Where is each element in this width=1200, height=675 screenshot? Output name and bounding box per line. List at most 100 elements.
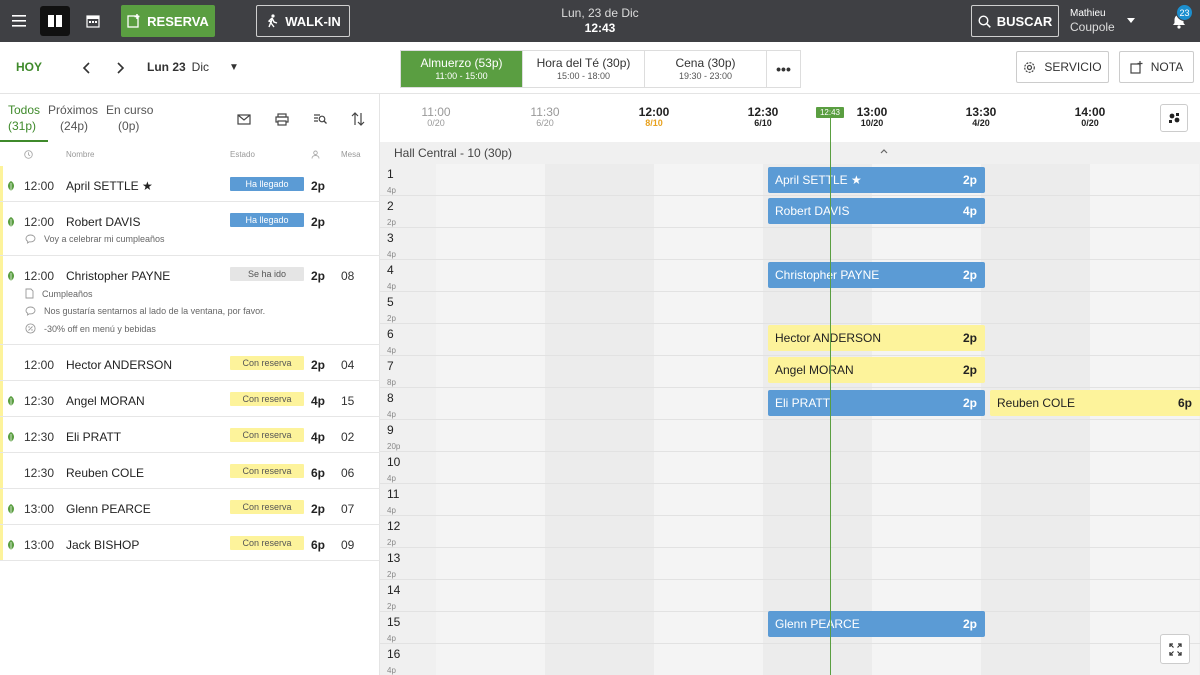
fullscreen-button[interactable] [1160, 634, 1190, 664]
service-time: 11:00 - 15:00 [435, 70, 488, 81]
table-label[interactable]: 10 4p [380, 452, 436, 483]
print-icon[interactable] [273, 110, 291, 128]
guest-name: Eli PRATT [66, 430, 122, 444]
status-color-bar [0, 166, 3, 201]
reservation-row[interactable]: 12:00 April SETTLE ★ Ha llegado 2p [0, 166, 380, 202]
tab-service-cena[interactable]: Cena (30p) 19:30 - 23:00 [645, 51, 767, 87]
tab-proximos[interactable]: Próximos (24p) [48, 102, 106, 142]
booking-block[interactable]: Glenn PEARCE 2p [768, 611, 985, 637]
status-badge: Ha llegado [230, 213, 304, 227]
date-picker[interactable]: Lun 23 Dic ▼ [147, 60, 239, 74]
table-label[interactable]: 6 4p [380, 324, 436, 355]
table-label[interactable]: 5 2p [380, 292, 436, 323]
layout-view-button[interactable] [1160, 104, 1188, 132]
tab-service-almuerzo[interactable]: Almuerzo (53p) 11:00 - 15:00 [401, 51, 523, 87]
booking-guest: Robert DAVIS [775, 204, 850, 218]
more-services-button[interactable]: ••• [767, 51, 800, 87]
booking-block[interactable]: April SETTLE ★ 2p [768, 167, 985, 193]
list-toolbar [235, 110, 367, 128]
person-icon [311, 150, 320, 161]
calendar-icon[interactable] [78, 6, 108, 36]
leaf-icon [7, 396, 15, 406]
search-list-icon[interactable] [311, 110, 329, 128]
add-note-button[interactable]: NOTA [1119, 51, 1194, 83]
table-number: 9 [387, 423, 394, 437]
notifications-button[interactable]: 23 [1164, 4, 1194, 36]
reservation-row[interactable]: 12:00 Christopher PAYNE Se ha ido 2p 08 … [0, 256, 380, 345]
status-color-bar [0, 345, 3, 380]
table-label[interactable]: 12 2p [380, 516, 436, 547]
table-number: 7 [387, 359, 394, 373]
table-label[interactable]: 7 8p [380, 356, 436, 387]
table-number: 15 [341, 394, 355, 408]
booking-block[interactable]: Angel MORAN 2p [768, 357, 985, 383]
gear-icon [1024, 61, 1036, 73]
tab-todos[interactable]: Todos (31p) [0, 102, 49, 142]
service-name: Hora del Té (30p) [536, 55, 631, 70]
slot-covers: 0/20 [1081, 118, 1099, 129]
booking-block[interactable]: Eli PRATT 2p [768, 390, 985, 416]
search-button[interactable]: BUSCAR [971, 5, 1059, 37]
sort-icon[interactable] [349, 110, 367, 128]
table-row: 11 4p [380, 484, 1200, 516]
party-size: 4p [311, 430, 326, 444]
service-name: Almuerzo (53p) [420, 55, 503, 70]
table-capacity: 2p [387, 601, 396, 611]
table-label[interactable]: 9 20p [380, 420, 436, 451]
reservation-row[interactable]: 12:00 Robert DAVIS Ha llegado 2p Voy a c… [0, 202, 380, 256]
table-label[interactable]: 4 4p [380, 260, 436, 291]
status-badge: Con reserva [230, 536, 304, 550]
user-menu[interactable]: Mathieu Coupole [1070, 6, 1156, 36]
guest-offer: -30% off en menú y bebidas [25, 323, 156, 334]
reservation-row[interactable]: 12:00 Hector ANDERSON Con reserva 2p 04 [0, 345, 380, 381]
booking-block[interactable]: Robert DAVIS 4p [768, 198, 985, 224]
reservation-row[interactable]: 13:00 Glenn PEARCE Con reserva 2p 07 [0, 489, 380, 525]
table-number: 8 [387, 391, 394, 405]
new-reservation-button[interactable]: RESERVA [121, 5, 215, 37]
tab-en-curso[interactable]: En curso (0p) [106, 102, 161, 142]
previous-day-button[interactable] [78, 58, 94, 78]
table-label[interactable]: 14 2p [380, 580, 436, 611]
zone-header[interactable]: Hall Central - 10 (30p) [380, 142, 900, 164]
walk-in-label: WALK-IN [285, 13, 341, 29]
menu-icon[interactable] [0, 0, 38, 42]
booking-block[interactable]: Christopher PAYNE 2p [768, 262, 985, 288]
booking-guest: Reuben COLE [997, 396, 1076, 410]
booking-block[interactable]: Hector ANDERSON 2p [768, 325, 985, 351]
table-label[interactable]: 11 4p [380, 484, 436, 515]
table-number: 15 [387, 615, 401, 629]
service-settings-button[interactable]: SERVICIO [1016, 51, 1109, 83]
table-number: 12 [387, 519, 401, 533]
document-icon [25, 288, 34, 299]
reservation-row[interactable]: 12:30 Eli PRATT Con reserva 4p 02 [0, 417, 380, 453]
timeline-header: 11:00 0/20 11:30 6/20 12:00 8/10 12:30 6… [380, 94, 1200, 142]
table-label[interactable]: 13 2p [380, 548, 436, 579]
date-day: Lun 23 [147, 60, 186, 74]
chevron-left-icon [82, 62, 90, 74]
book-icon[interactable] [40, 6, 70, 36]
table-capacity: 4p [387, 345, 396, 355]
service-settings-label: SERVICIO [1044, 60, 1102, 74]
table-capacity: 4p [387, 633, 396, 643]
table-label[interactable]: 2 2p [380, 196, 436, 227]
table-number: 11 [387, 487, 400, 501]
table-number: 08 [341, 269, 355, 283]
walk-in-button[interactable]: WALK-IN [256, 5, 350, 37]
table-capacity: 2p [387, 217, 396, 227]
next-day-button[interactable] [113, 58, 129, 78]
reservation-row[interactable]: 13:00 Jack BISHOP Con reserva 6p 09 [0, 525, 380, 561]
envelope-icon[interactable] [235, 110, 253, 128]
current-datetime: Lun, 23 de Dic 12:43 [540, 6, 660, 36]
booking-block[interactable]: Reuben COLE 6p [990, 390, 1200, 416]
tab-service-hora-del-te[interactable]: Hora del Té (30p) 15:00 - 18:00 [523, 51, 645, 87]
table-label[interactable]: 3 4p [380, 228, 436, 259]
reservation-row[interactable]: 12:30 Reuben COLE Con reserva 6p 06 [0, 453, 380, 489]
user-last-name: Coupole [1070, 19, 1115, 34]
today-button[interactable]: HOY [16, 60, 42, 74]
table-label[interactable]: 8 4p [380, 388, 436, 419]
guest-name: Robert DAVIS [66, 215, 141, 229]
table-label[interactable]: 15 4p [380, 612, 436, 643]
table-label[interactable]: 16 4p [380, 644, 436, 675]
reservation-row[interactable]: 12:30 Angel MORAN Con reserva 4p 15 [0, 381, 380, 417]
table-label[interactable]: 1 4p [380, 164, 436, 195]
